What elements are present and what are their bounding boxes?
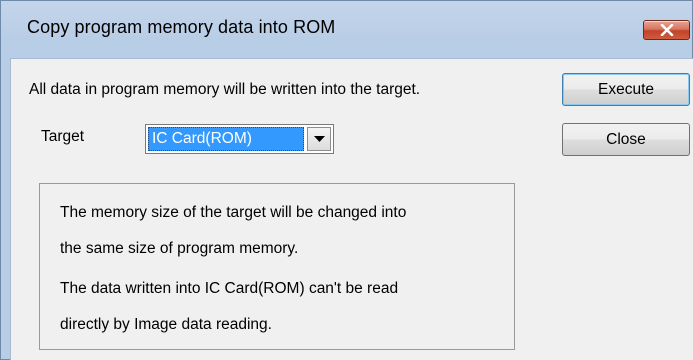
window-title: Copy program memory data into ROM [27,17,336,37]
execute-button[interactable]: Execute [562,73,690,106]
description-text: All data in program memory will be writt… [29,81,421,98]
info-box: The memory size of the target will be ch… [39,183,515,350]
info-line-1: The memory size of the target will be ch… [60,204,407,221]
target-label: Target [41,128,85,145]
close-button[interactable]: Close [562,123,690,156]
title-bar[interactable]: Copy program memory data into ROM [1,1,692,47]
target-select-value[interactable]: IC Card(ROM) [148,127,304,151]
dropdown-button[interactable] [307,127,331,151]
target-select[interactable]: IC Card(ROM) [145,124,334,154]
dialog-window: Copy program memory data into ROM All da… [0,0,693,360]
close-icon [660,24,674,36]
info-line-2: the same size of program memory. [60,240,299,257]
info-line-4: directly by Image data reading. [60,316,272,333]
window-close-button[interactable] [643,20,690,40]
info-line-3: The data written into IC Card(ROM) can't… [60,280,399,297]
chevron-down-icon [314,136,325,142]
